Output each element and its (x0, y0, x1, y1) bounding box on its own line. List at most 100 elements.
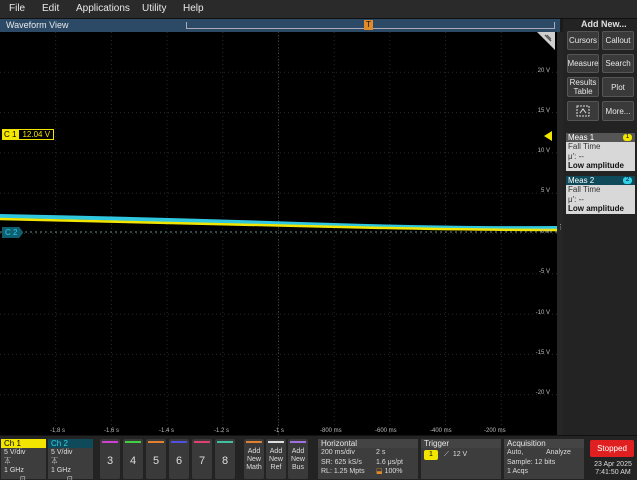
sample-rate: SR: 625 kS/s (321, 458, 362, 466)
coupling-icon: ⏄ (4, 458, 11, 465)
horizontal-duration: 2 s (376, 449, 386, 456)
x-axis-label: -1.8 s (50, 428, 66, 434)
channel-7-button[interactable]: 7 (192, 439, 212, 479)
menu-bar: File Edit Applications Utility Help (0, 0, 637, 19)
channel-1-name: Ch 1 (1, 439, 46, 448)
channel-2-bandwidth: 1 GHz ⊡ (48, 466, 93, 480)
measurement-body: Fall Time μ': -- Low amplitude (566, 142, 635, 171)
x-axis-label: -800 ms (320, 428, 342, 434)
acquisition-mode: Auto, (507, 449, 524, 456)
zoom-corner-icon[interactable] (537, 32, 555, 50)
y-axis-label: 0 V (540, 229, 550, 235)
waveform-view-title: Waveform View (6, 20, 69, 30)
add-new-bus-button[interactable]: Add New Bus (288, 439, 308, 479)
y-axis-label: 10 V (537, 148, 550, 154)
measurement-source-badge: 2 (623, 177, 632, 184)
x-axis-label: -1.2 s (214, 428, 230, 434)
measurement-source-badge: 1 (623, 134, 632, 141)
acquisition-settings[interactable]: Acquisition Auto, Analyze Sample: 12 bits… (504, 439, 584, 479)
menu-utility[interactable]: Utility (142, 3, 166, 14)
cursors-button[interactable]: Cursors (567, 31, 599, 50)
trigger-source-badge: 1 (424, 450, 438, 460)
channel-2-vdiv: 5 V/div (51, 449, 73, 456)
grid (0, 32, 557, 435)
measurement-mean: μ': -- (568, 194, 584, 204)
x-axis-label: -1 s (274, 428, 285, 434)
coupling-icon: ⏄ (51, 458, 58, 465)
y-axis-label: -10 V (535, 310, 550, 316)
channel-1-badge[interactable]: C 1 12.04 V (2, 129, 55, 140)
time-resolution: 1.6 μs/pt (376, 458, 403, 466)
more-button[interactable]: More... (602, 101, 634, 121)
channel-1-vdiv: 5 V/div (4, 449, 26, 456)
y-axis-label: 15 V (537, 108, 550, 114)
measurement-type: Fall Time (568, 142, 601, 151)
bandwidth-icon: ⊡ (67, 476, 73, 480)
measurement-body: Fall Time μ': -- Low amplitude (566, 185, 635, 214)
acquisition-title: Acquisition (504, 439, 584, 448)
acquisition-sample: Sample: 12 bits (507, 458, 556, 466)
search-button[interactable]: Search (602, 54, 634, 73)
horizontal-position: 100% (384, 468, 403, 475)
plot-button[interactable]: Plot (602, 77, 634, 97)
add-new-ref-button[interactable]: Add New Ref (266, 439, 286, 479)
menu-help[interactable]: Help (183, 3, 204, 14)
bandwidth-icon: ⊡ (20, 476, 26, 480)
x-axis-label: -200 ms (484, 428, 506, 434)
channel-8-button[interactable]: 8 (215, 439, 235, 479)
measure-button[interactable]: Measure (567, 54, 599, 73)
channel-1-settings[interactable]: Ch 1 5 V/div ⏄ 1 GHz ⊡ (1, 439, 46, 480)
add-new-title: Add New... (581, 19, 627, 29)
horizontal-scale: 200 ms/div (321, 449, 355, 456)
channel-3-button[interactable]: 3 (100, 439, 120, 479)
trigger-level: 12 V (452, 451, 468, 458)
measurement-name: Meas 2 (568, 176, 595, 185)
trigger-position-marker[interactable]: T (364, 20, 373, 30)
channel-2-settings[interactable]: Ch 2 5 V/div ⏄ 1 GHz ⊡ (48, 439, 93, 480)
measurement-card-2[interactable]: Meas 2 2 Fall Time μ': -- Low amplitude (566, 176, 635, 214)
y-axis-label: -5 V (538, 269, 550, 275)
y-axis-label: 20 V (537, 68, 550, 74)
horizontal-settings[interactable]: Horizontal 200 ms/div 2 s SR: 625 kS/s 1.6… (318, 439, 418, 479)
date-time: 23 Apr 2025 7:41:50 AM (592, 461, 634, 477)
results-table-button[interactable]: Results Table (567, 77, 599, 97)
channel-2-badge[interactable]: C 2 (2, 227, 24, 238)
channel-1-value: 12.04 V (18, 129, 55, 140)
time: 7:41:50 AM (595, 469, 631, 476)
channel-2-name: Ch 2 (48, 439, 93, 448)
add-new-math-button[interactable]: Add New Math (244, 439, 264, 479)
callout-button[interactable]: Callout (602, 31, 634, 50)
position-icon: ⬓ (376, 468, 383, 475)
rising-edge-icon: ⟋ (443, 451, 449, 458)
measurement-card-1[interactable]: Meas 1 1 Fall Time μ': -- Low amplitude (566, 133, 635, 171)
x-axis-label: -600 ms (375, 428, 397, 434)
measurement-title: Meas 1 1 (566, 133, 635, 142)
menu-file[interactable]: File (9, 3, 25, 14)
trigger-level-marker[interactable] (544, 131, 552, 141)
measurement-type: Fall Time (568, 185, 601, 194)
menu-applications[interactable]: Applications (76, 3, 130, 14)
channel-5-button[interactable]: 5 (146, 439, 166, 479)
y-axis-label: 5 V (540, 188, 550, 194)
waveform-view-header: Waveform View T (0, 19, 560, 32)
measurement-status: Low amplitude (568, 204, 624, 213)
channel-1-label: C 1 (2, 129, 19, 140)
trigger-settings[interactable]: Trigger 1 ⟋ 12 V (421, 439, 501, 479)
x-axis-label: -1.4 s (159, 428, 175, 434)
acquisition-analyze: Analyze (546, 449, 571, 456)
channel-6-button[interactable]: 6 (169, 439, 189, 479)
x-axis-label: -400 ms (430, 428, 452, 434)
measurement-title: Meas 2 2 (566, 176, 635, 185)
menu-edit[interactable]: Edit (42, 3, 59, 14)
run-stop-button[interactable]: Stopped (590, 440, 634, 457)
acquisition-count: 1 Acqs (507, 468, 529, 475)
y-axis-label: -20 V (535, 390, 550, 396)
screenshot-button[interactable] (567, 101, 599, 121)
trigger-title: Trigger (421, 439, 501, 448)
screenshot-icon (576, 105, 590, 117)
horizontal-title: Horizontal (318, 439, 418, 448)
channel-1-bandwidth: 1 GHz ⊡ (1, 466, 46, 480)
channel-4-button[interactable]: 4 (123, 439, 143, 479)
waveform-graticule[interactable]: 20 V 15 V 10 V 5 V 0 V -5 V -10 V -15 V … (0, 32, 557, 435)
x-axis-label: -1.6 s (104, 428, 120, 434)
